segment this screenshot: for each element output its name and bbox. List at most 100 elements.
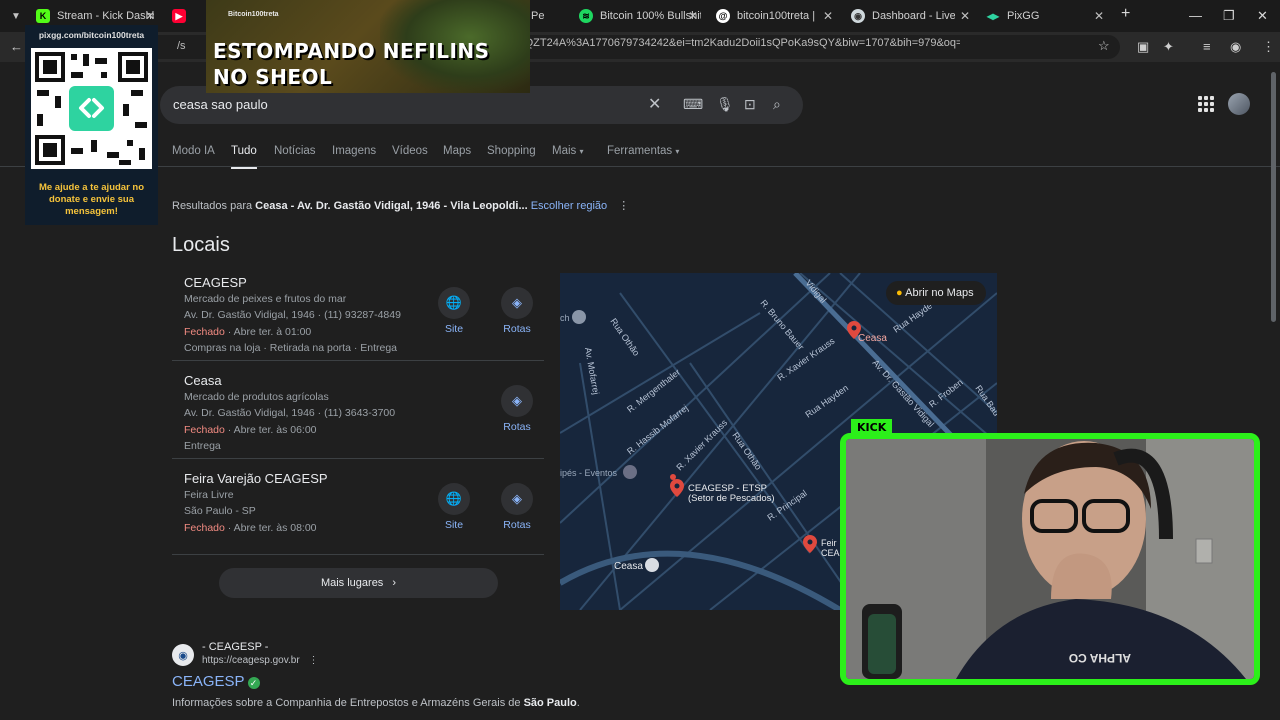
tab-tudo[interactable]: Tudo <box>231 145 257 157</box>
restore-icon[interactable]: ❐ <box>1223 8 1235 24</box>
local-result-ceasa[interactable]: Ceasa Mercado de produtos agrícolas Av. … <box>184 373 544 454</box>
dropdown-arrow-icon: ▾ <box>579 147 584 156</box>
browser-tab-strip: ▼ K Stream - Kick Dashboard ✕ ▶ Pe ≋ Bit… <box>0 0 1280 32</box>
tab-ferramentas[interactable]: Ferramentas ▾ <box>607 145 679 157</box>
directions-button-label: Rotas <box>503 323 531 335</box>
local-result-feira-varejao[interactable]: Feira Varejão CEAGESP Feira Livre São Pa… <box>184 471 544 536</box>
extension-badge-icon[interactable]: ▣ <box>1137 39 1149 55</box>
tab-label: bitcoin100treta | Can <box>737 10 818 22</box>
tab-shopping[interactable]: Shopping <box>487 145 536 157</box>
place-name[interactable]: Feira Varejão CEAGESP <box>184 471 544 487</box>
street-label: Rua Othão <box>608 316 641 357</box>
maps-pin-icon: ● <box>896 287 903 299</box>
clear-search-icon[interactable]: ✕ <box>648 94 661 114</box>
more-places-button[interactable]: Mais lugares › <box>219 568 498 598</box>
place-address: Av. Dr. Gastão Vidigal, 1946 · (11) 3643… <box>184 407 396 420</box>
tab-label: Bitcoin 100% Bullshit <box>600 10 701 22</box>
place-address: São Paulo - SP <box>184 505 256 518</box>
website-button-label: Site <box>444 323 464 335</box>
close-tab-icon[interactable]: ✕ <box>688 9 698 23</box>
pixgg-icon: ◂▸ <box>986 9 1000 23</box>
close-tab-icon[interactable]: ✕ <box>823 9 833 23</box>
stream-title-banner: Bitcoin100treta ESTOMPANDO NEFILINS NO S… <box>206 0 530 93</box>
website-button[interactable]: 🌐 Site <box>432 483 476 531</box>
globe-icon: 🌐 <box>438 287 470 319</box>
tab-pixgg[interactable]: ◂▸ PixGG <box>986 4 1076 28</box>
site-url[interactable]: https://ceagesp.gov.br ⋮ <box>202 655 318 666</box>
place-address: Av. Dr. Gastão Vidigal, 1946 · (11) 9328… <box>184 309 401 322</box>
close-tab-icon[interactable]: ✕ <box>960 9 970 23</box>
map-pin-ceagesp-etsp[interactable] <box>670 479 684 497</box>
shirt-print: ALPHA CO <box>1069 651 1131 665</box>
tab-partial[interactable]: Pe <box>531 4 547 28</box>
tab-label: Stream - Kick Dashboard <box>57 10 154 22</box>
bookmark-star-icon[interactable]: ☆ <box>1098 38 1110 54</box>
extensions-puzzle-icon[interactable]: ✦ <box>1163 39 1174 55</box>
media-controls-icon[interactable]: ≡ <box>1203 39 1211 54</box>
new-tab-icon[interactable]: + <box>1121 5 1130 23</box>
place-name[interactable]: Ceasa <box>184 373 544 389</box>
close-tab-icon[interactable]: ✕ <box>1094 9 1104 23</box>
close-window-icon[interactable]: ✕ <box>1257 8 1268 24</box>
nav-divider <box>0 166 1280 167</box>
poi-label: Ceasa <box>858 333 887 344</box>
close-tab-icon[interactable]: ✕ <box>145 9 155 23</box>
donation-message: Me ajude a te ajudar no donate e envie s… <box>38 182 145 217</box>
more-options-icon[interactable]: ⋮ <box>308 655 318 666</box>
change-region-link[interactable]: Escolher região <box>531 200 607 212</box>
local-result-ceagesp[interactable]: CEAGESP Mercado de peixes e frutos do ma… <box>184 275 544 356</box>
tab-canva[interactable]: @ bitcoin100treta | Can <box>716 4 818 28</box>
tab-spotify-bitcoin[interactable]: ≋ Bitcoin 100% Bullshit <box>579 4 701 28</box>
place-category: Mercado de produtos agrícolas <box>184 391 329 403</box>
directions-button[interactable]: ◈ Rotas <box>495 483 539 531</box>
website-button-label: Site <box>444 519 464 531</box>
street-label: R. Froben <box>927 377 965 410</box>
page-scrollbar[interactable] <box>1271 72 1276 322</box>
tab-imagens[interactable]: Imagens <box>332 145 376 157</box>
street-label: Vidigal <box>803 278 828 305</box>
lens-search-icon[interactable]: ⊡ <box>744 96 756 113</box>
local-results-heading: Locais <box>172 234 230 256</box>
website-button[interactable]: 🌐 Site <box>432 287 476 335</box>
more-options-icon[interactable]: ⋮ <box>618 200 629 212</box>
street-label: R. Xavier Krauss <box>775 335 836 382</box>
tab-noticias[interactable]: Notícias <box>274 145 316 157</box>
voice-search-icon[interactable]: 🎙 <box>716 96 734 113</box>
url-fragment: /s <box>177 40 186 52</box>
search-icon[interactable]: ⌕ <box>773 96 781 113</box>
tab-mais[interactable]: Mais ▾ <box>552 145 584 157</box>
place-hours: Fechado · Abre ter. às 08:00 <box>184 520 544 536</box>
account-avatar[interactable] <box>1228 93 1250 115</box>
open-in-maps-button[interactable]: ● Abrir no Maps <box>886 281 986 305</box>
back-arrow-icon[interactable]: ← <box>10 39 23 54</box>
google-apps-icon[interactable] <box>1198 96 1214 112</box>
result-title-link[interactable]: CEAGESP ✓ <box>172 673 260 690</box>
tab-modo-ia[interactable]: Modo IA <box>172 145 215 157</box>
open-in-maps-label: Abrir no Maps <box>905 287 974 299</box>
webcam-overlay: ALPHA CO <box>840 433 1260 685</box>
search-query[interactable]: ceasa sao paulo <box>173 97 268 112</box>
tab-livepix[interactable]: ◉ Dashboard - LivePix <box>851 4 955 28</box>
tab-label: Dashboard - LivePix <box>872 10 955 22</box>
result-snippet: Informações sobre a Companhia de Entrepo… <box>172 697 580 709</box>
tab-maps[interactable]: Maps <box>443 145 471 157</box>
directions-button[interactable]: ◈ Rotas <box>495 287 539 335</box>
browser-menu-icon[interactable]: ⋮ <box>1262 39 1275 55</box>
map-pin-cluster <box>670 474 676 480</box>
directions-button[interactable]: ◈ Rotas <box>495 385 539 433</box>
kick-logo: KICK <box>851 419 893 437</box>
keyboard-icon[interactable]: ⌨ <box>683 96 703 113</box>
tab-youtube[interactable]: ▶ <box>172 4 192 28</box>
directions-icon: ◈ <box>501 385 533 417</box>
map-poi-lock <box>623 465 637 479</box>
wall-switch <box>1195 538 1213 564</box>
profile-icon[interactable]: ◉ <box>1230 39 1241 55</box>
kick-icon: K <box>36 9 50 23</box>
tab-videos[interactable]: Vídeos <box>392 145 428 157</box>
street-label: Av. Mofarrej <box>583 347 601 396</box>
minimize-icon[interactable]: — <box>1189 8 1202 23</box>
place-name[interactable]: CEAGESP <box>184 275 544 291</box>
threads-icon: @ <box>716 9 730 23</box>
qr-code <box>31 48 152 169</box>
map-pin-feira[interactable] <box>803 535 817 553</box>
